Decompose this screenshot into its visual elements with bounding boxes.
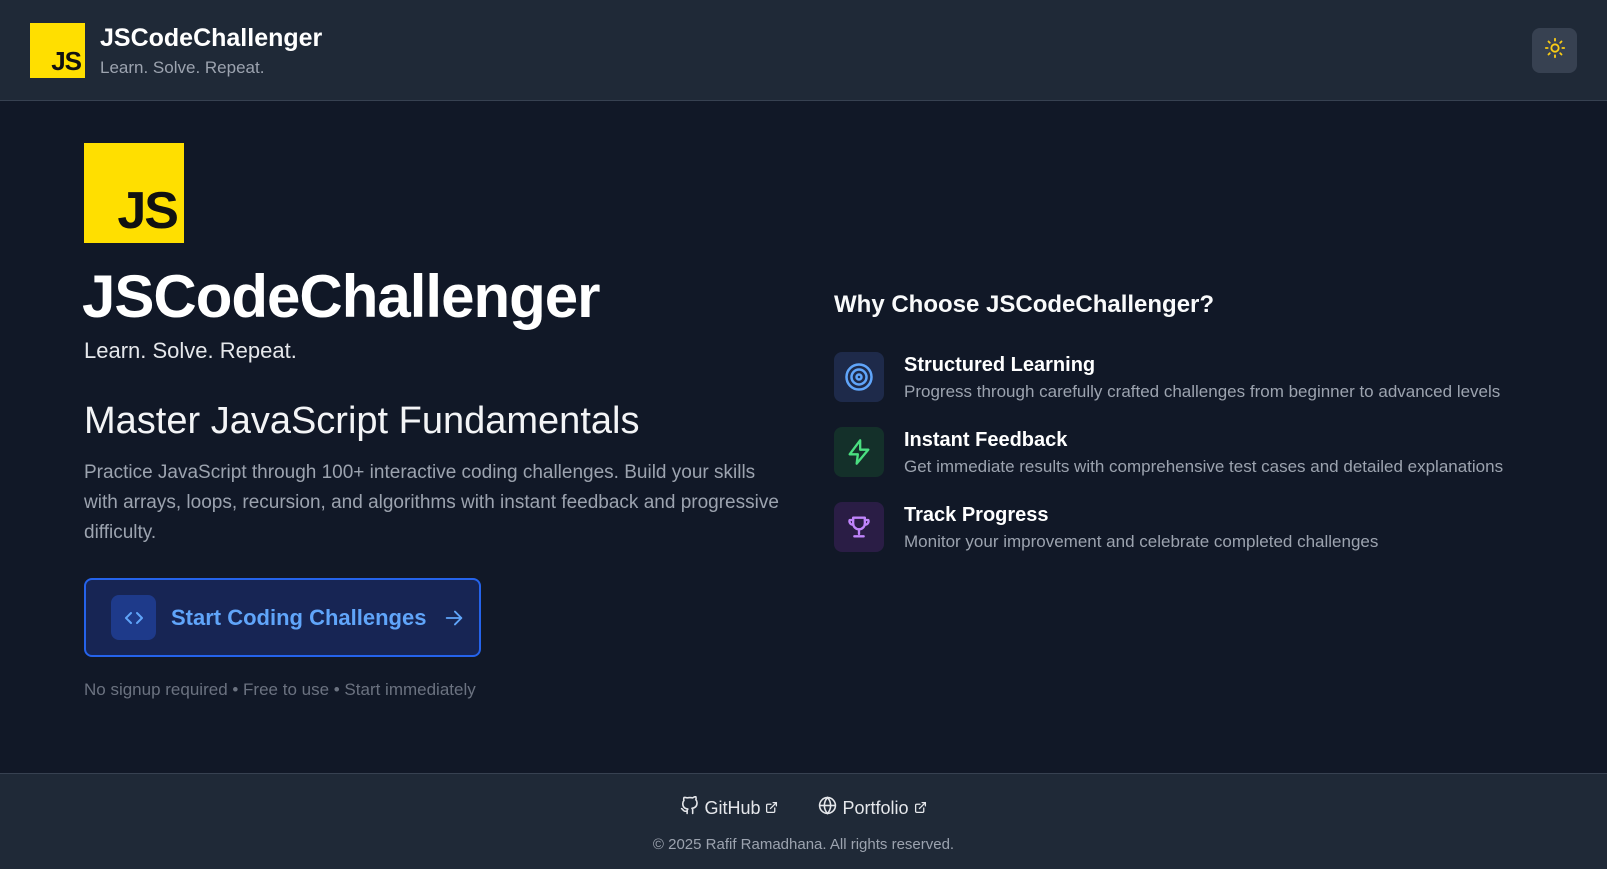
- feature-description: Progress through carefully crafted chall…: [904, 382, 1501, 401]
- cta-label: Start Coding Challenges: [171, 604, 427, 630]
- external-link-icon: [765, 798, 778, 819]
- js-logo[interactable]: JS: [30, 23, 85, 78]
- signup-note: No signup required • Free to use • Start…: [84, 680, 476, 699]
- features-heading: Why Choose JSCodeChallenger?: [834, 291, 1215, 318]
- copyright: © 2025 Rafif Ramadhana. All rights reser…: [652, 836, 955, 853]
- arrow-right-icon: [443, 607, 465, 629]
- github-icon: [680, 795, 699, 820]
- globe-icon: [818, 796, 837, 820]
- trophy-icon: [834, 502, 884, 552]
- github-label: GitHub: [704, 797, 761, 818]
- theme-toggle-button[interactable]: [1532, 28, 1577, 73]
- hero-heading: Master JavaScript Fundamentals: [84, 400, 640, 442]
- portfolio-label: Portfolio: [842, 797, 909, 818]
- hero-tagline: Learn. Solve. Repeat.: [84, 338, 297, 363]
- site-title[interactable]: JSCodeChallenger: [100, 24, 322, 53]
- code-icon: [111, 595, 156, 640]
- hero-description: Practice JavaScript through 100+ interac…: [84, 462, 779, 543]
- site-tagline: Learn. Solve. Repeat.: [100, 58, 265, 77]
- feature-title: Instant Feedback: [904, 429, 1068, 451]
- target-icon: [834, 352, 884, 402]
- hero-title: JSCodeChallenger: [82, 263, 600, 330]
- sun-icon: [1544, 37, 1566, 64]
- site-footer: GitHub Portfolio © 2025 Rafif Ramadhana.…: [0, 773, 1607, 869]
- site-header: JS JSCodeChallenger Learn. Solve. Repeat…: [0, 0, 1607, 101]
- feature-description: Monitor your improvement and celebrate c…: [904, 532, 1379, 551]
- portfolio-link[interactable]: Portfolio: [818, 796, 926, 820]
- start-coding-challenges-button[interactable]: Start Coding Challenges: [84, 578, 481, 657]
- external-link-icon: [914, 798, 927, 819]
- footer-links: GitHub Portfolio: [0, 795, 1607, 820]
- github-link[interactable]: GitHub: [680, 795, 778, 820]
- lightning-icon: [834, 427, 884, 477]
- feature-structured-learning: Structured Learning Progress through car…: [834, 352, 1554, 412]
- feature-title: Structured Learning: [904, 354, 1096, 376]
- feature-title: Track Progress: [904, 504, 1049, 526]
- feature-instant-feedback: Instant Feedback Get immediate results w…: [834, 427, 1554, 487]
- feature-track-progress: Track Progress Monitor your improvement …: [834, 502, 1554, 562]
- hero-js-logo: JS: [84, 143, 184, 243]
- feature-description: Get immediate results with comprehensive…: [904, 457, 1504, 476]
